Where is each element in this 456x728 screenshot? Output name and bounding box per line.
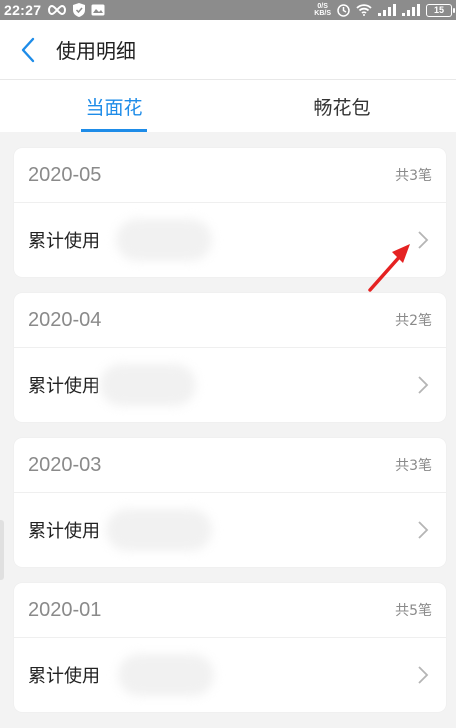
redacted-amount <box>100 364 196 406</box>
signal-icon-1 <box>378 4 396 16</box>
infinity-icon <box>47 4 67 16</box>
card-label: 累计使用 <box>28 376 100 397</box>
card-label: 累计使用 <box>28 231 100 252</box>
clock-icon <box>337 3 350 17</box>
card-label: 累计使用 <box>28 521 100 542</box>
shield-icon <box>73 3 86 17</box>
card-header: 2020-01 共5笔 <box>14 583 446 638</box>
card-detail-row[interactable]: 累计使用 <box>14 203 446 277</box>
card-count: 共2笔 <box>395 313 432 329</box>
month-card: 2020-01 共5笔 累计使用 <box>14 583 446 712</box>
status-time: 22:27 <box>4 2 42 18</box>
chevron-right-icon <box>418 231 429 249</box>
month-card: 2020-04 共2笔 累计使用 <box>14 293 446 422</box>
edge-handle[interactable] <box>0 520 4 580</box>
month-card: 2020-05 共3笔 累计使用 <box>14 148 446 277</box>
usage-list: 2020-05 共3笔 累计使用 2020-04 共2笔 累计使用 2020-0… <box>14 148 446 728</box>
tab-changhuabao[interactable]: 畅花包 <box>228 80 456 132</box>
card-month: 2020-03 <box>28 453 102 476</box>
tab-dangmianhua[interactable]: 当面花 <box>0 80 228 132</box>
card-header: 2020-04 共2笔 <box>14 293 446 348</box>
card-label: 累计使用 <box>28 666 100 687</box>
tab-bar: 当面花 畅花包 <box>0 80 456 132</box>
card-count: 共3笔 <box>395 458 432 474</box>
card-detail-row[interactable]: 累计使用 <box>14 638 446 712</box>
card-detail-row[interactable]: 累计使用 <box>14 348 446 422</box>
tab-label: 畅花包 <box>313 96 371 119</box>
status-bar: 22:27 0/S KB/S 15 <box>0 0 456 20</box>
month-card: 2020-03 共3笔 累计使用 <box>14 438 446 567</box>
redacted-amount <box>118 654 214 696</box>
card-header: 2020-03 共3笔 <box>14 438 446 493</box>
header-bar: 使用明细 <box>0 20 456 80</box>
image-icon <box>91 4 105 16</box>
tab-label: 当面花 <box>85 96 143 119</box>
back-button[interactable] <box>14 36 42 64</box>
battery-icon: 15 <box>426 3 455 17</box>
chevron-right-icon <box>418 376 429 394</box>
card-month: 2020-01 <box>28 598 102 621</box>
chevron-right-icon <box>418 666 429 684</box>
network-speed: 0/S KB/S <box>314 3 331 17</box>
card-detail-row[interactable]: 累计使用 <box>14 493 446 567</box>
card-month: 2020-05 <box>28 163 102 186</box>
page-title: 使用明细 <box>56 39 136 63</box>
signal-icon-2 <box>402 4 420 16</box>
chevron-left-icon <box>21 37 35 63</box>
card-count: 共5笔 <box>395 603 432 619</box>
card-header: 2020-05 共3笔 <box>14 148 446 203</box>
chevron-right-icon <box>418 521 429 539</box>
redacted-amount <box>106 509 212 551</box>
redacted-amount <box>116 219 212 261</box>
card-month: 2020-04 <box>28 308 102 331</box>
wifi-icon <box>356 4 372 16</box>
card-count: 共3笔 <box>395 168 432 184</box>
active-tab-indicator <box>81 129 147 132</box>
